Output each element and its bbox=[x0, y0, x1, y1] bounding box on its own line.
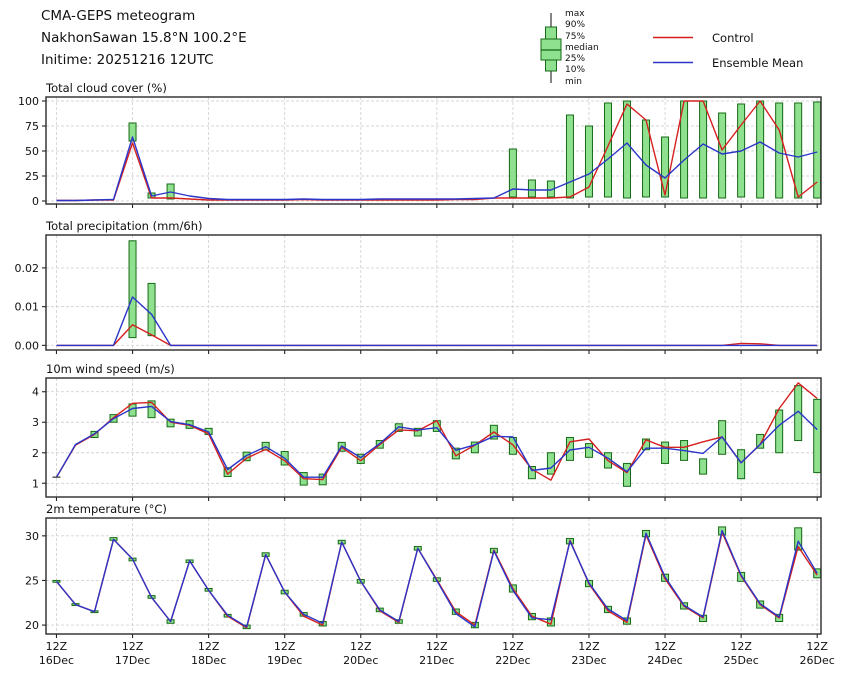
ensemble-box bbox=[662, 442, 669, 463]
ensemble-box bbox=[757, 101, 764, 198]
y-tick-label: 0.01 bbox=[15, 301, 40, 314]
x-tick-hour: 12Z bbox=[350, 640, 372, 653]
ensemble-box bbox=[624, 101, 631, 198]
panel-2-grid: 1 2 3 4 bbox=[32, 378, 821, 501]
ensemble-box bbox=[776, 103, 783, 198]
y-tick-label: 2 bbox=[32, 447, 39, 460]
line-legend-samples bbox=[653, 38, 693, 63]
y-tick-label: 1 bbox=[32, 477, 39, 490]
x-tick-hour: 12Z bbox=[46, 640, 68, 653]
ensemble-box bbox=[566, 115, 573, 198]
y-tick-label: 0.00 bbox=[15, 339, 40, 352]
y-tick-label: 100 bbox=[18, 95, 39, 108]
y-tick-label: 4 bbox=[32, 386, 39, 399]
x-tick-day: 19Dec bbox=[267, 654, 302, 667]
ensemble-box bbox=[148, 401, 155, 418]
x-tick-day: 24Dec bbox=[647, 654, 682, 667]
y-tick-label: 25 bbox=[25, 170, 39, 183]
ensemble-box bbox=[129, 241, 136, 338]
ensemble-box bbox=[585, 444, 592, 458]
x-tick-day: 18Dec bbox=[191, 654, 226, 667]
ensemble-box bbox=[719, 113, 726, 198]
panel-2-ensemble-boxes bbox=[91, 386, 821, 487]
x-tick-hour: 12Z bbox=[806, 640, 828, 653]
y-tick-label: 75 bbox=[25, 120, 39, 133]
ensemble-box bbox=[776, 410, 783, 453]
y-tick-label: 20 bbox=[25, 619, 39, 632]
x-tick-day: 26Dec bbox=[800, 654, 835, 667]
y-tick-label: 50 bbox=[25, 145, 39, 158]
y-tick-label: 0 bbox=[32, 195, 39, 208]
x-tick-hour: 12Z bbox=[502, 640, 524, 653]
y-tick-label: 0.02 bbox=[15, 262, 40, 275]
x-tick-day: 25Dec bbox=[723, 654, 758, 667]
y-tick-label: 3 bbox=[32, 416, 39, 429]
x-tick-day: 20Dec bbox=[343, 654, 378, 667]
meteogram-page: CMA-GEPS meteogram NakhonSawan 15.8°N 10… bbox=[0, 0, 845, 680]
x-tick-hour: 12Z bbox=[578, 640, 600, 653]
x-tick-day: 21Dec bbox=[419, 654, 454, 667]
x-tick-day: 16Dec bbox=[39, 654, 74, 667]
ensemble-box bbox=[700, 101, 707, 198]
panel-2-border bbox=[46, 378, 821, 497]
y-tick-label: 25 bbox=[25, 574, 39, 587]
x-tick-hour: 12Z bbox=[426, 640, 448, 653]
meteogram-canvas: 02550751000.000.010.02123420253012Z16Dec… bbox=[0, 0, 845, 680]
ensemble-box bbox=[795, 103, 802, 198]
y-tick-label: 30 bbox=[25, 530, 39, 543]
x-tick-hour: 12Z bbox=[198, 640, 220, 653]
ensemble-box bbox=[528, 180, 535, 197]
x-tick-hour: 12Z bbox=[654, 640, 676, 653]
ensemble-box bbox=[814, 399, 821, 472]
ensemble-box bbox=[624, 463, 631, 486]
ensemble-box bbox=[148, 283, 155, 335]
panel-1-ensemble-boxes bbox=[129, 241, 155, 338]
x-tick-day: 22Dec bbox=[495, 654, 530, 667]
x-axis-labels: 12Z16Dec12Z17Dec12Z18Dec12Z19Dec12Z20Dec… bbox=[39, 640, 835, 667]
x-tick-hour: 12Z bbox=[274, 640, 296, 653]
ensemble-box bbox=[738, 450, 745, 479]
ensemble-box bbox=[700, 459, 707, 474]
boxplot-legend-glyph bbox=[541, 13, 561, 83]
ensemble-box bbox=[547, 453, 554, 474]
x-tick-hour: 12Z bbox=[730, 640, 752, 653]
panel-0-ensemble-boxes bbox=[129, 101, 821, 199]
x-tick-day: 17Dec bbox=[115, 654, 150, 667]
x-tick-hour: 12Z bbox=[122, 640, 144, 653]
x-tick-day: 23Dec bbox=[571, 654, 606, 667]
